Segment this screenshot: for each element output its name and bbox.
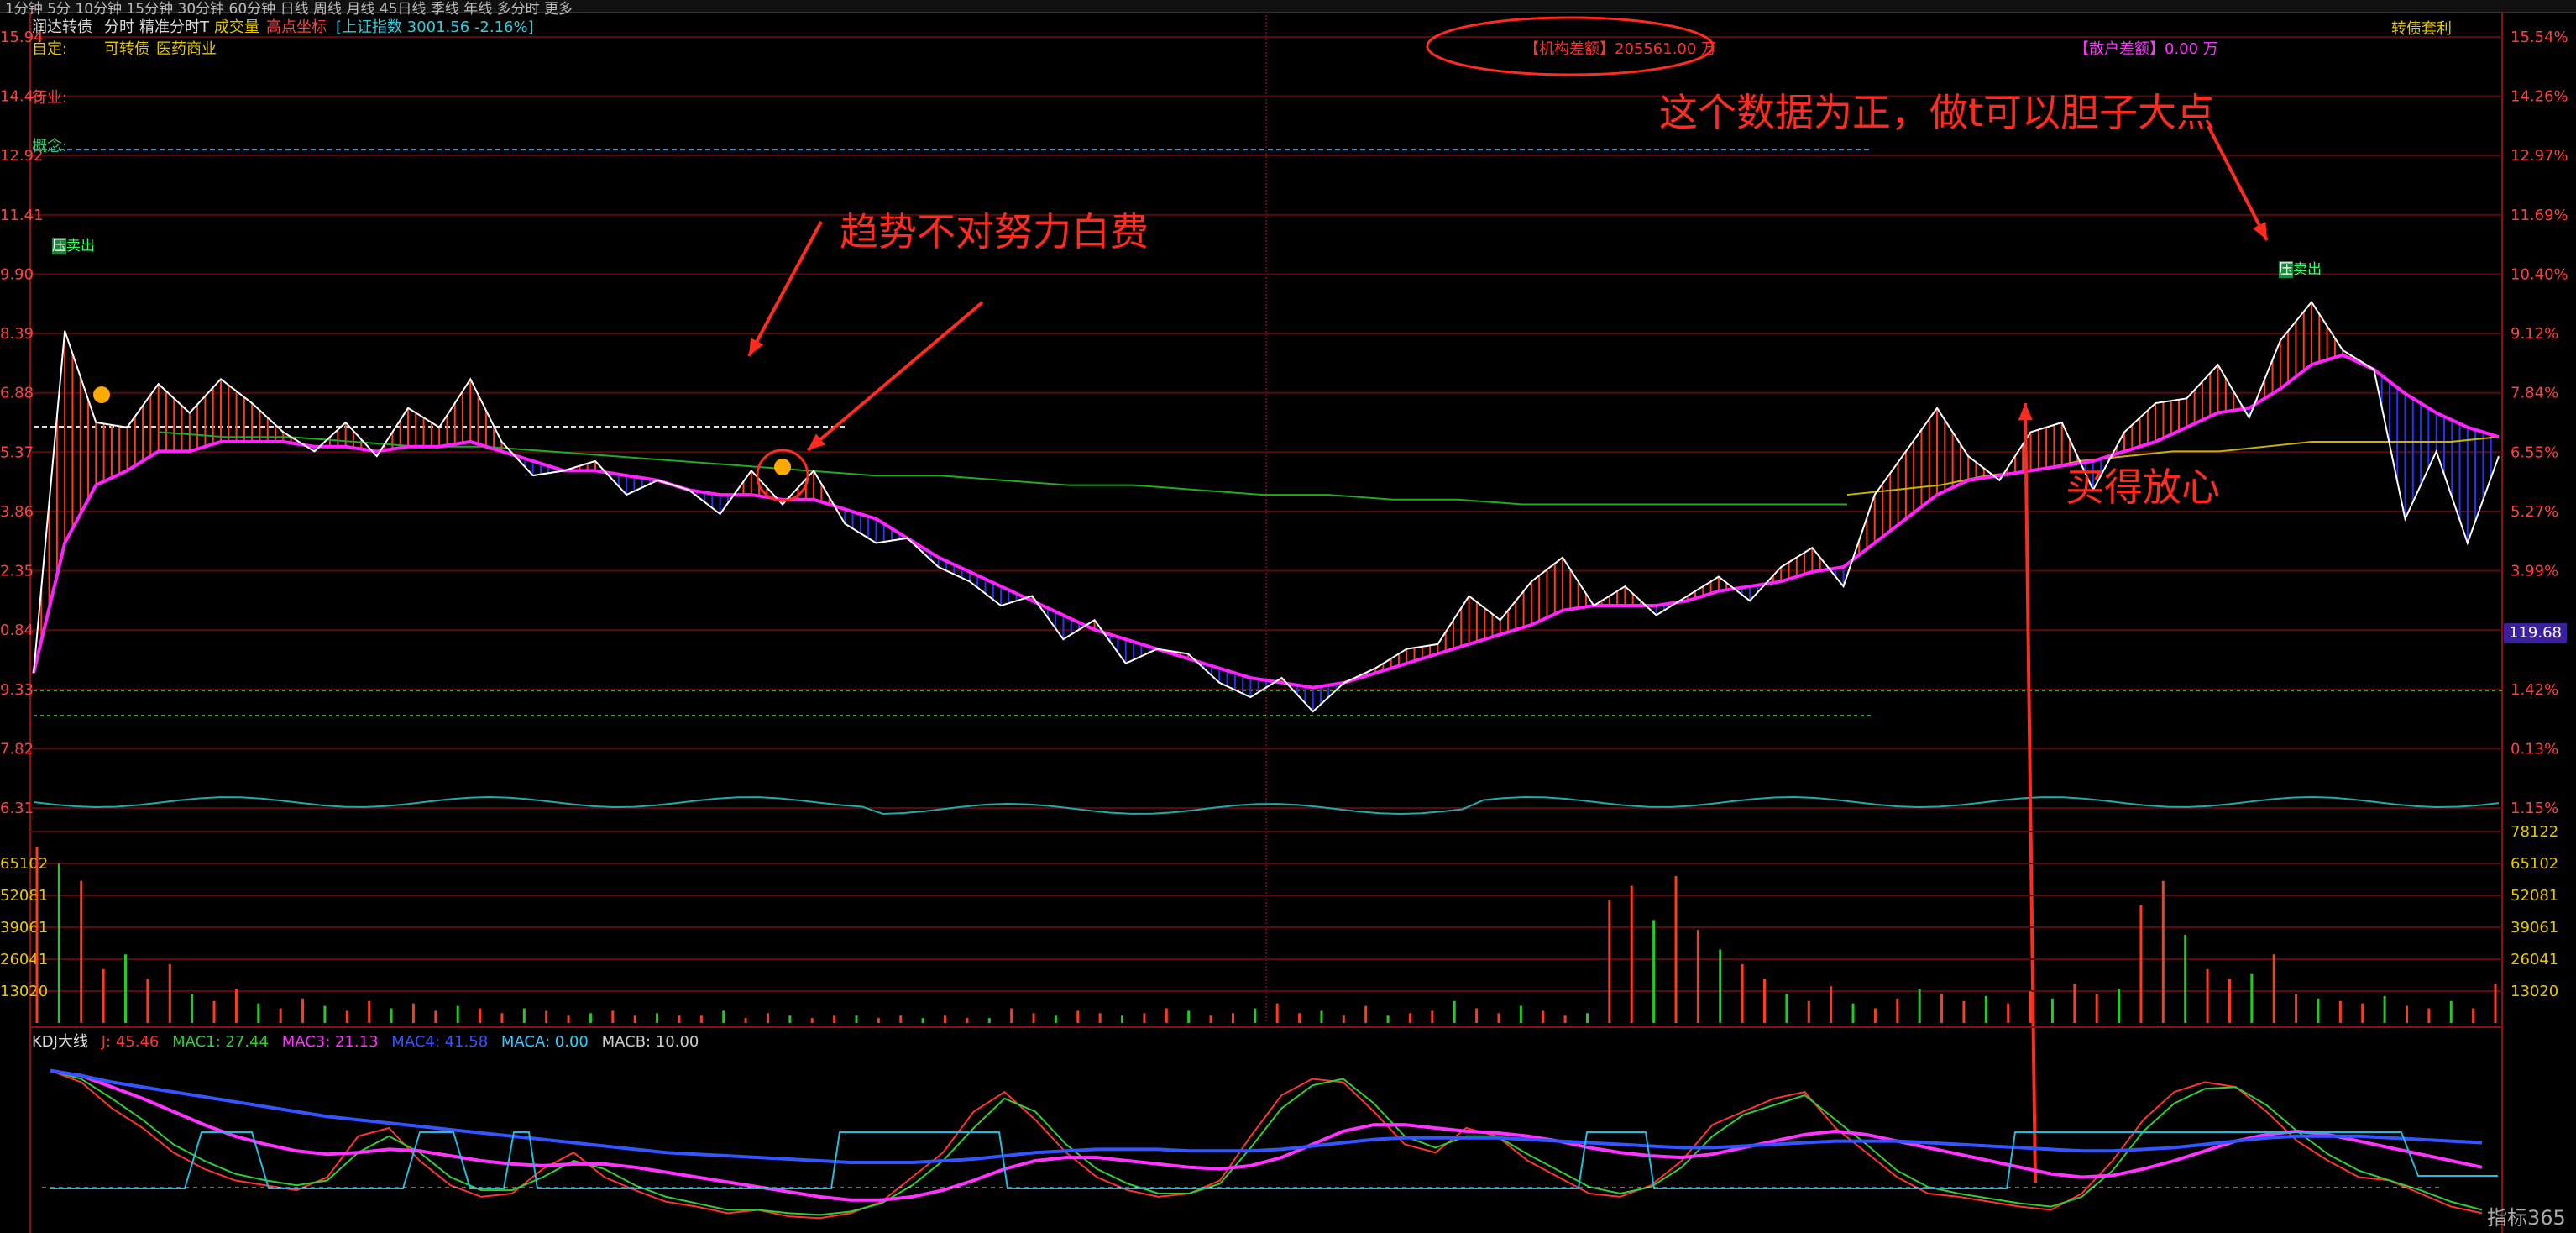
mode-tab-precise[interactable]: 精准分时T (139, 15, 209, 37)
y-tick-left: 6.31 (0, 800, 34, 817)
y-tick-left: 5.37 (0, 443, 34, 461)
current-price-tag: 119.68 (2504, 623, 2567, 643)
volume-tick-right: 78122 (2511, 823, 2558, 841)
y-tick-right: 3.99% (2511, 563, 2558, 580)
sell-marker-right: 压卖出 (2279, 257, 2322, 278)
volume-tick-right: 39061 (2511, 919, 2558, 937)
kdj-series-line (50, 1069, 2483, 1220)
volume-tick-left: 39061 (0, 919, 48, 937)
volume-tick-right: 26041 (2511, 951, 2558, 968)
kdj-series-line (50, 1069, 2483, 1216)
y-tick-left: 9.33 (0, 681, 34, 699)
y-tick-right: 9.12% (2511, 325, 2558, 343)
sell-label: 卖出 (66, 238, 95, 254)
indicator-macb: MACB: 10.00 (601, 1033, 699, 1051)
sell-marker-left: 压卖出 (52, 233, 95, 254)
indicator-name[interactable]: KDJ大线 (32, 1033, 88, 1051)
tag-convertible[interactable]: 可转债 (104, 37, 149, 59)
press-marker: 压 (2279, 261, 2293, 278)
y-tick-right: 11.69% (2511, 207, 2568, 224)
annotation-buy: 买得放心 (2066, 464, 2220, 510)
buy-point-icon (93, 386, 110, 403)
mode-tab-fenshi[interactable]: 分时 (104, 15, 134, 37)
gainian-label: 概念: (32, 138, 68, 155)
index-label: [上证指数 3001.56 -2.16%] (336, 18, 534, 36)
indicator-mac4: MAC4: 41.58 (391, 1033, 489, 1051)
y-tick-right: 1.42% (2511, 681, 2558, 699)
y-tick-left: 3.86 (0, 503, 34, 521)
hangye-label: 行业: (32, 89, 68, 107)
retail-diff-label: 【散户差额】0.00 万 (2074, 40, 2218, 58)
arrow-trend (747, 221, 823, 357)
inst-diff-label: 【机构差额】205561.00 万 (1524, 40, 1717, 58)
indicator-maca: MACA: 0.00 (500, 1033, 589, 1051)
indicator-mac1: MAC1: 27.44 (172, 1033, 269, 1051)
indicator-header: KDJ大线 J: 45.46 MAC1: 27.44 MAC3: 21.13 M… (32, 1030, 699, 1052)
volume-tick-left: 13020 (0, 983, 48, 1000)
y-tick-right: 5.27% (2511, 503, 2558, 521)
volume-tick-left: 65102 (0, 855, 48, 873)
y-tick-left: 9.90 (0, 265, 34, 283)
stock-name: 润达转债 (32, 18, 92, 36)
arbitrage-label[interactable]: 转债套利 (2391, 17, 2452, 39)
arrow-buy (2024, 402, 2037, 1183)
y-tick-right: 6.55% (2511, 443, 2558, 461)
zixuan-label: 自定: (32, 40, 68, 58)
arrow-positive (2207, 125, 2269, 241)
arrow-point (806, 301, 984, 452)
y-tick-right: 1.15% (2511, 800, 2558, 817)
y-tick-right: 0.13% (2511, 740, 2558, 758)
mode-tab-volume[interactable]: 成交量 (214, 15, 259, 37)
kdj-series-line (50, 1068, 2483, 1202)
indicator-mac3: MAC3: 21.13 (281, 1033, 379, 1051)
y-tick-left: 11.41 (0, 207, 44, 224)
series-long-ma (159, 431, 1847, 506)
annotation-positive-data: 这个数据为正，做t可以胆子大点 (1659, 90, 2216, 135)
volume-tick-right: 65102 (2511, 855, 2558, 873)
buy-point-icon (774, 459, 791, 475)
indicator-j: J: 45.46 (101, 1033, 160, 1051)
y-tick-left: 0.84 (0, 622, 34, 639)
y-tick-right: 12.97% (2511, 147, 2568, 165)
volume-tick-right: 52081 (2511, 887, 2558, 905)
y-tick-right: 10.40% (2511, 265, 2568, 283)
sell-label: 卖出 (2293, 261, 2322, 278)
press-marker: 压 (52, 238, 66, 254)
y-tick-right: 14.26% (2511, 88, 2568, 106)
watermark: 指标365 (2487, 1206, 2566, 1230)
y-tick-right: 7.84% (2511, 385, 2558, 402)
tag-pharma[interactable]: 医药商业 (156, 37, 217, 59)
mode-tab-highpoint[interactable]: 高点坐标 (266, 15, 327, 37)
volume-tick-left: 26041 (0, 951, 48, 968)
arrow-buy-head (2018, 403, 2033, 421)
y-tick-left: 8.39 (0, 325, 34, 343)
y-tick-left: 6.88 (0, 385, 34, 402)
volume-tick-left: 52081 (0, 887, 48, 905)
y-tick-left: 7.82 (0, 740, 34, 758)
y-tick-left: 2.35 (0, 563, 34, 580)
volume-tick-right: 13020 (2511, 983, 2558, 1000)
y-tick-right: 15.54% (2511, 29, 2568, 46)
annotation-trend: 趋势不对努力白费 (840, 209, 1149, 254)
